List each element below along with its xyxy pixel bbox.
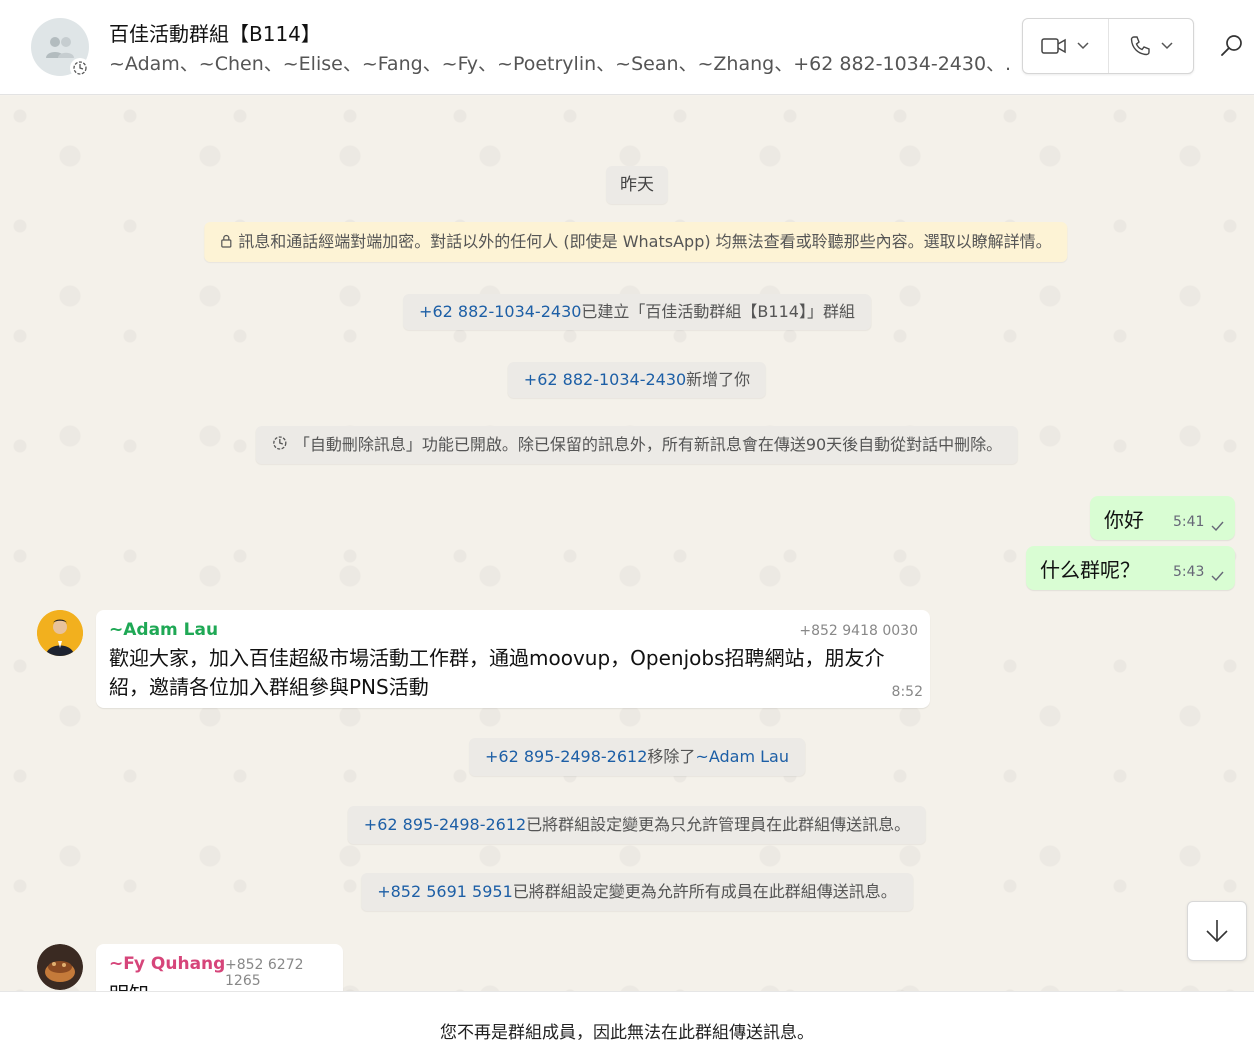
voice-call-button[interactable] bbox=[1107, 19, 1194, 73]
message-text-line: 紹，邀請各位加入群組參與PNS活動 bbox=[109, 675, 429, 699]
avatar[interactable] bbox=[37, 610, 83, 656]
created-text: 已建立「百佳活動群組【B114】」群組 bbox=[581, 302, 855, 321]
system-member-removed: +62 895-2498-2612移除了~Adam Lau bbox=[469, 738, 805, 776]
sent-check-icon bbox=[1211, 566, 1224, 585]
search-icon bbox=[1221, 35, 1242, 56]
video-call-button[interactable] bbox=[1023, 19, 1108, 73]
lock-icon bbox=[220, 223, 232, 263]
message-time: 5:43 bbox=[1173, 564, 1205, 580]
admin-phone-link[interactable]: +62 895-2498-2612 bbox=[364, 815, 526, 834]
message-text: 什么群呢？ bbox=[1040, 558, 1140, 582]
adder-phone-link[interactable]: +62 882-1034-2430 bbox=[524, 370, 686, 389]
sent-check-icon bbox=[1211, 516, 1224, 535]
system-added-you: +62 882-1034-2430新增了你 bbox=[507, 362, 767, 398]
arrow-down-icon bbox=[1206, 920, 1228, 943]
chevron-down-icon bbox=[1161, 42, 1173, 50]
system-admin-only: +62 895-2498-2612已將群組設定變更為只允許管理員在此群組傳送訊息… bbox=[347, 806, 927, 844]
video-camera-icon bbox=[1041, 38, 1066, 54]
disappearing-timer-icon bbox=[272, 427, 288, 465]
auto-delete-text: 「自動刪除訊息」功能已開啟。除已保留的訊息外，所有新訊息會在傳送90天後自動從對… bbox=[293, 435, 1003, 454]
sender-phone: +852 9418 0030 bbox=[799, 623, 918, 639]
message-text-line: 歡迎大家，加入百佳超級市場活動工作群，通過moovup，Openjobs招聘網站… bbox=[109, 646, 885, 670]
date-divider: 昨天 bbox=[606, 166, 668, 204]
chat-header: 百佳活動群組【B114】 ~Adam、~Chen、~Elise、~Fang、~F… bbox=[0, 0, 1254, 95]
system-all-members: +852 5691 5951已將群組設定變更為允許所有成員在此群組傳送訊息。 bbox=[361, 873, 913, 911]
incoming-message[interactable]: ~Fy Quhang +852 6272 1265 明知 bbox=[96, 944, 343, 991]
system-auto-delete[interactable]: 「自動刪除訊息」功能已開啟。除已保留的訊息外，所有新訊息會在傳送90天後自動從對… bbox=[255, 426, 1019, 465]
message-time: 8:52 bbox=[891, 684, 923, 700]
chat-area[interactable]: 昨天 訊息和通話經端對端加密。對話以外的任何人 (即使是 WhatsApp) 均… bbox=[0, 96, 1254, 991]
sender-phone: +852 6272 1265 bbox=[225, 957, 304, 989]
encryption-notice-text: 訊息和通話經端對端加密。對話以外的任何人 (即使是 WhatsApp) 均無法查… bbox=[238, 232, 1052, 251]
removed-member-link[interactable]: ~Adam Lau bbox=[695, 747, 789, 766]
system-group-created: +62 882-1034-2430已建立「百佳活動群組【B114】」群組 bbox=[403, 294, 871, 330]
group-title[interactable]: 百佳活動群組【B114】 bbox=[109, 18, 321, 47]
scroll-to-bottom-button[interactable] bbox=[1187, 901, 1247, 961]
message-text: 你好 bbox=[1104, 508, 1144, 532]
disappearing-timer-icon bbox=[70, 58, 90, 78]
call-controls bbox=[1022, 18, 1194, 74]
search-button[interactable] bbox=[1220, 34, 1246, 60]
outgoing-message[interactable]: 你好 5:41 bbox=[1090, 496, 1235, 540]
avatar[interactable] bbox=[37, 944, 83, 990]
all-members-text: 已將群組設定變更為允許所有成員在此群組傳送訊息。 bbox=[512, 882, 897, 901]
incoming-message[interactable]: ~Adam Lau +852 9418 0030 歡迎大家，加入百佳超級市場活動… bbox=[96, 610, 930, 708]
outgoing-message[interactable]: 什么群呢？ 5:43 bbox=[1026, 546, 1235, 590]
phone-icon bbox=[1130, 36, 1150, 56]
admin-only-text: 已將群組設定變更為只允許管理員在此群組傳送訊息。 bbox=[526, 815, 911, 834]
removed-text: 移除了 bbox=[647, 747, 696, 766]
message-time: 5:41 bbox=[1173, 514, 1205, 530]
not-member-notice: 您不再是群組成員，因此無法在此群組傳送訊息。 bbox=[440, 1023, 814, 1043]
remover-phone-link[interactable]: +62 895-2498-2612 bbox=[485, 747, 647, 766]
sender-name[interactable]: ~Fy Quhang bbox=[109, 954, 225, 974]
group-icon bbox=[46, 37, 74, 58]
group-members-list[interactable]: ~Adam、~Chen、~Elise、~Fang、~Fy、~Poetrylin、… bbox=[109, 49, 1009, 76]
encryption-notice[interactable]: 訊息和通話經端對端加密。對話以外的任何人 (即使是 WhatsApp) 均無法查… bbox=[204, 222, 1068, 263]
composer-disabled-banner: 您不再是群組成員，因此無法在此群組傳送訊息。 bbox=[0, 991, 1254, 1051]
added-text: 新增了你 bbox=[686, 370, 751, 389]
sender-name[interactable]: ~Adam Lau bbox=[109, 620, 218, 640]
changer-phone-link[interactable]: +852 5691 5951 bbox=[377, 882, 513, 901]
message-text: 明知 bbox=[109, 980, 149, 991]
chevron-down-icon bbox=[1077, 42, 1089, 50]
creator-phone-link[interactable]: +62 882-1034-2430 bbox=[419, 302, 581, 321]
